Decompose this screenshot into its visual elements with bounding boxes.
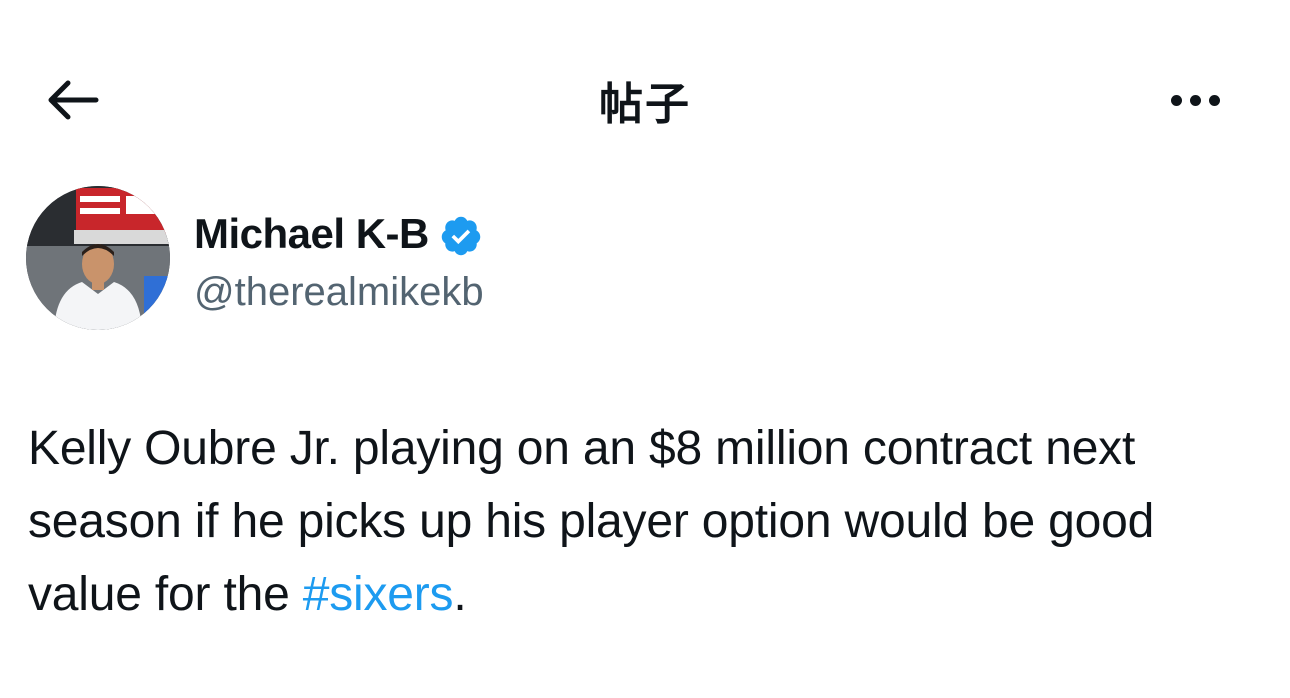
more-dot	[1208, 94, 1220, 106]
page-title: 帖子	[599, 79, 691, 130]
top-bar: 帖子	[0, 0, 1290, 196]
more-dot	[1189, 94, 1201, 106]
display-name-row: Michael K-B	[194, 206, 483, 262]
author-block: Michael K-B @therealmikekb	[26, 186, 826, 330]
verified-badge-icon	[441, 216, 481, 256]
tweet-body: Kelly Oubre Jr. playing on an $8 million…	[28, 422, 1155, 621]
display-name[interactable]: Michael K-B	[194, 210, 429, 258]
avatar[interactable]	[26, 186, 170, 330]
more-horizontal-icon	[1170, 94, 1182, 106]
more-options-button[interactable]	[1160, 76, 1230, 124]
hashtag-link[interactable]: #sixers	[303, 568, 454, 621]
tweet-text: Kelly Oubre Jr. playing on an $8 million…	[28, 412, 1258, 631]
user-handle[interactable]: @therealmikekb	[194, 270, 484, 315]
avatar-image	[26, 186, 170, 330]
tweet-end: .	[453, 568, 467, 621]
